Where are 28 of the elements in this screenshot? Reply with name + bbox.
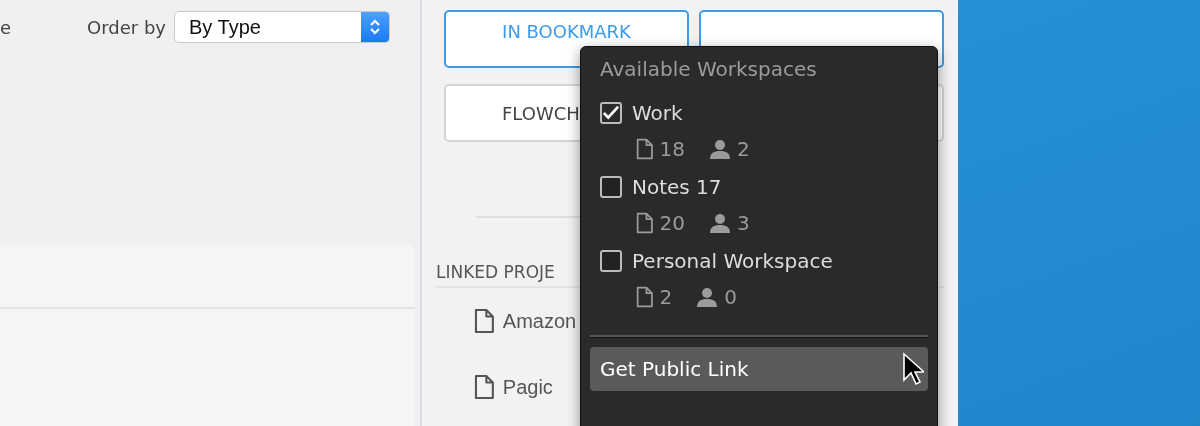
- document-icon: [636, 138, 654, 160]
- document-icon: [636, 212, 654, 234]
- checkbox[interactable]: [600, 102, 622, 124]
- document-icon: [474, 308, 495, 334]
- member-count: 3: [737, 211, 750, 235]
- document-count: 2: [659, 285, 673, 309]
- workspace-name[interactable]: Personal Workspace: [632, 249, 833, 273]
- workspace-name[interactable]: Notes 17: [632, 175, 722, 199]
- order-select[interactable]: By Type: [174, 11, 390, 43]
- order-by-label: Order by: [87, 16, 166, 38]
- workspace-name[interactable]: Work: [632, 101, 683, 125]
- checkbox[interactable]: [600, 250, 622, 272]
- toolbar-label: e: [0, 16, 12, 38]
- document-icon: [474, 374, 495, 400]
- linked-item[interactable]: Amazon: [502, 309, 577, 333]
- person-icon: [709, 139, 732, 159]
- person-icon: [709, 213, 732, 233]
- linked-item[interactable]: Pagic: [502, 375, 553, 399]
- up-down-icon: [369, 17, 381, 37]
- cursor-icon: [902, 352, 924, 386]
- document-count: 20: [659, 211, 686, 235]
- section-heading: LINKED PROJE: [436, 262, 555, 282]
- member-count: 0: [724, 285, 738, 309]
- person-icon: [696, 287, 719, 307]
- checkbox[interactable]: [600, 176, 622, 198]
- document-icon: [636, 286, 654, 308]
- member-count: 2: [737, 137, 750, 161]
- menu-item[interactable]: Get Public Link: [590, 347, 928, 391]
